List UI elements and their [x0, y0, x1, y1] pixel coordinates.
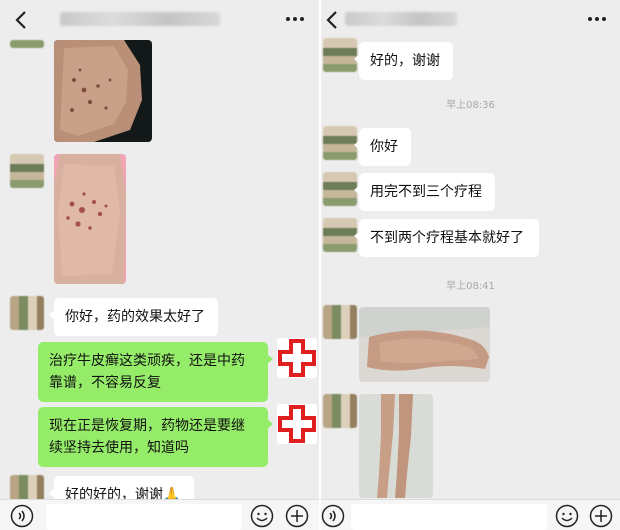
more-dots-icon[interactable] [585, 9, 609, 29]
split-chat-screenshot: 你好，药的效果太好了 治疗牛皮癣这类顽疾，还是中药靠谱，不容易反复 现在正是恢复… [0, 0, 620, 530]
timestamp: 早上08:36 [446, 100, 495, 111]
leg-standing-photo[interactable] [359, 394, 433, 498]
chevron-left-icon[interactable] [323, 8, 343, 32]
message-bubble[interactable]: 好的，谢谢 [354, 42, 453, 80]
avatar[interactable] [323, 38, 357, 72]
more-dots-icon[interactable] [283, 9, 307, 29]
avatar[interactable] [10, 154, 44, 188]
chat-panel-left: 你好，药的效果太好了 治疗牛皮癣这类顽疾，还是中药靠谱，不容易反复 现在正是恢复… [0, 0, 319, 530]
avatar[interactable] [10, 40, 44, 48]
voice-icon[interactable] [10, 504, 34, 528]
red-cross-icon [278, 339, 316, 377]
skin-photo[interactable] [54, 154, 126, 284]
leg-recovered-photo[interactable] [359, 307, 490, 382]
message-bubble-self[interactable]: 治疗牛皮癣这类顽疾，还是中药靠谱，不容易反复 [38, 342, 273, 402]
message-input[interactable] [46, 504, 242, 530]
avatar[interactable] [323, 218, 357, 252]
avatar[interactable] [323, 305, 357, 339]
message-bubble[interactable]: 你好，药的效果太好了 [49, 298, 218, 336]
doctor-avatar[interactable] [277, 404, 317, 444]
chat-title-blurred [345, 12, 457, 26]
plus-icon[interactable] [285, 504, 309, 528]
input-bar [321, 499, 620, 530]
timestamp: 早上08:41 [446, 281, 495, 292]
avatar[interactable] [10, 296, 44, 330]
chat-title-blurred [60, 12, 220, 26]
avatar[interactable] [323, 126, 357, 160]
message-bubble[interactable]: 用完不到三个疗程 [354, 173, 495, 211]
doctor-avatar[interactable] [277, 338, 317, 378]
input-bar [0, 499, 319, 530]
avatar[interactable] [323, 394, 357, 428]
message-bubble[interactable]: 不到两个疗程基本就好了 [354, 219, 539, 257]
leg-photo[interactable] [54, 40, 152, 142]
top-bar [321, 0, 620, 40]
top-bar [0, 0, 319, 40]
plus-icon[interactable] [589, 504, 613, 528]
voice-icon[interactable] [321, 504, 345, 528]
message-bubble-self[interactable]: 现在正是恢复期，药物还是要继续坚持去使用，知道吗 [38, 407, 273, 467]
chevron-left-icon[interactable] [12, 8, 32, 32]
message-input[interactable] [351, 504, 547, 530]
avatar[interactable] [323, 172, 357, 206]
red-cross-icon [278, 405, 316, 443]
message-bubble[interactable]: 你好 [354, 128, 411, 166]
emoji-icon[interactable] [555, 504, 579, 528]
emoji-icon[interactable] [250, 504, 274, 528]
chat-panel-right: 好的，谢谢 早上08:36 你好 用完不到三个疗程 不到两个疗程基本就好了 早上… [321, 0, 620, 530]
